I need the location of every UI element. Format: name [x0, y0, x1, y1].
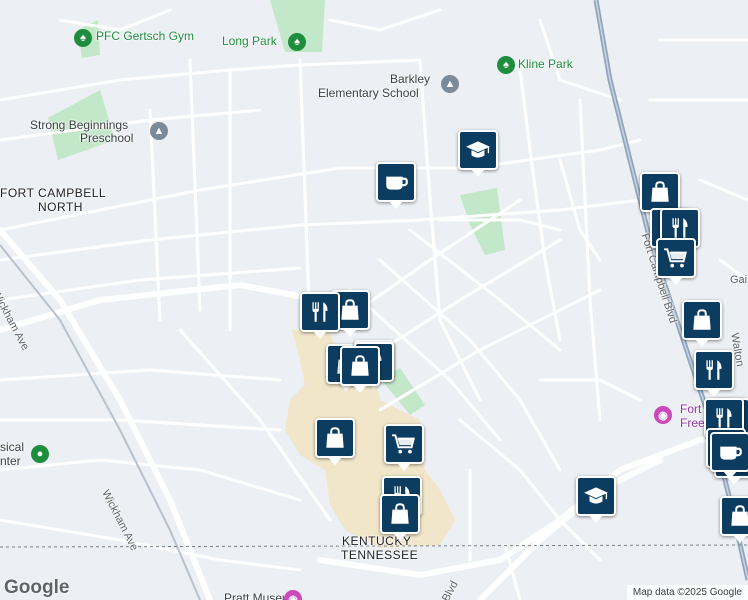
kline-park-label[interactable]: Kline Park: [518, 57, 573, 72]
coffee-cup-icon: [383, 169, 409, 195]
fort-freedom-label-2[interactable]: Free: [680, 416, 705, 431]
restaurant-icon: [701, 357, 727, 383]
shopping-bag-icon: [727, 503, 748, 529]
map-marker-restaurant[interactable]: [694, 350, 734, 397]
map-marker-shopping-bag[interactable]: [720, 496, 748, 543]
map-marker-shopping-bag[interactable]: [682, 300, 722, 347]
strong-label-2[interactable]: Preschool: [80, 131, 133, 146]
park-pin-icon[interactable]: ♠: [497, 56, 515, 74]
shopping-bag-icon: [647, 179, 673, 205]
camera-pin-icon[interactable]: ◉: [654, 406, 672, 424]
google-logo[interactable]: Google: [4, 577, 69, 599]
restaurant-icon: [307, 299, 333, 325]
map-marker-shopping-bag[interactable]: [640, 172, 680, 219]
coffee-cup-icon: [717, 439, 743, 465]
shopping-cart-icon: [663, 245, 689, 271]
graduation-cap-icon: [465, 137, 491, 163]
fort-freedom-label-1[interactable]: Fort: [680, 402, 701, 417]
barkley-label-1[interactable]: Barkley: [390, 72, 430, 87]
map-marker-shopping-bag[interactable]: [380, 494, 420, 541]
musical-center-label-1[interactable]: sical: [0, 440, 24, 455]
shopping-bag-icon: [387, 501, 413, 527]
map-marker-shopping-bag[interactable]: [315, 418, 355, 465]
map-marker-graduation-cap[interactable]: [576, 476, 616, 523]
long-park-label[interactable]: Long Park: [222, 34, 277, 49]
shopping-bag-icon: [337, 297, 363, 323]
map-canvas[interactable]: PFC Gertsch Gym ♠ Long Park ♠ ♠ Kline Pa…: [0, 0, 748, 600]
gain-street-label: Gain: [730, 274, 748, 286]
map-marker-shopping-cart[interactable]: [384, 424, 424, 471]
shopping-bag-icon: [322, 425, 348, 451]
map-marker-coffee-cup[interactable]: [376, 162, 416, 209]
school-pin-icon[interactable]: ▲: [150, 122, 168, 140]
barkley-label-2[interactable]: Elementary School: [318, 86, 419, 101]
map-attribution[interactable]: Map data ©2025 Google: [626, 585, 748, 600]
map-marker-shopping-bag[interactable]: [340, 346, 380, 393]
gym-label[interactable]: PFC Gertsch Gym: [96, 29, 194, 44]
tennessee-label: TENNESSEE: [341, 548, 419, 562]
park-pin-icon[interactable]: ♠: [74, 29, 92, 47]
map-marker-restaurant[interactable]: [300, 292, 340, 339]
graduation-cap-icon: [583, 483, 609, 509]
school-pin-icon[interactable]: ▲: [441, 75, 459, 93]
map-marker-shopping-cart[interactable]: [656, 238, 696, 285]
fort-campbell-north-label-2: NORTH: [38, 200, 83, 214]
map-marker-coffee-cup[interactable]: [710, 432, 748, 479]
shopping-bag-icon: [689, 307, 715, 333]
musical-center-label-2[interactable]: nter: [0, 454, 21, 469]
map-marker-graduation-cap[interactable]: [458, 130, 498, 177]
music-pin-icon[interactable]: ●: [31, 445, 49, 463]
shopping-cart-icon: [391, 431, 417, 457]
park-pin-icon[interactable]: ♠: [288, 33, 306, 51]
fort-campbell-north-label-1: FORT CAMPBELL: [0, 186, 107, 200]
shopping-bag-icon: [347, 353, 373, 379]
